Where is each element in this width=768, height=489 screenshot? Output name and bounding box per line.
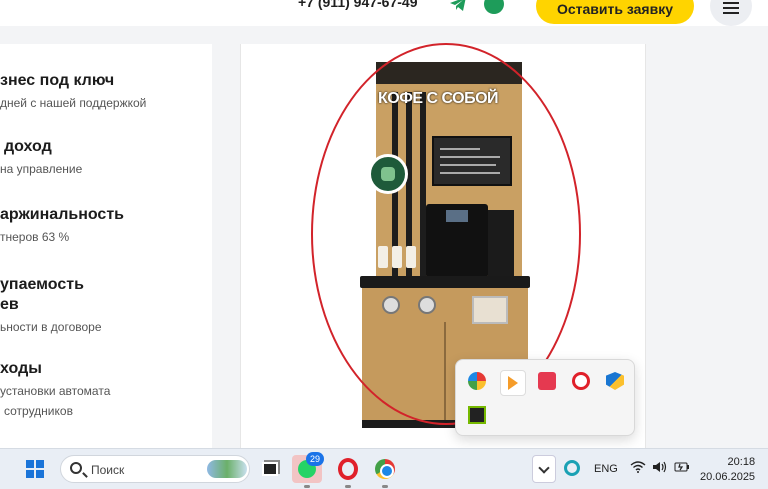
feature-title-line2: ев xyxy=(0,296,19,313)
feature-title: доход xyxy=(4,138,52,155)
feature-title: аржинальность xyxy=(0,206,124,223)
feature-item: ходы установки автомата сотрудников xyxy=(0,360,110,418)
whatsapp-icon[interactable] xyxy=(484,0,504,14)
feature-item: доход на управление xyxy=(0,138,82,176)
show-hidden-icons-button[interactable] xyxy=(532,455,556,483)
feature-subtitle: дней с нашей поддержкой xyxy=(0,96,147,110)
leave-request-button[interactable]: Оставить заявку xyxy=(536,0,694,24)
wifi-icon[interactable] xyxy=(630,461,646,476)
feature-subtitle: ьности в договоре xyxy=(0,320,102,334)
clock[interactable]: 20:18 20.06.2025 xyxy=(700,455,755,485)
feature-subtitle: на управление xyxy=(0,162,83,176)
task-view-icon[interactable] xyxy=(256,455,286,483)
anydesk-icon[interactable] xyxy=(538,372,556,390)
chrome-taskbar-icon[interactable] xyxy=(370,455,400,483)
feature-title: знес под ключ xyxy=(0,72,115,89)
google-chrome-icon[interactable] xyxy=(468,372,486,390)
feature-subtitle-line2: сотрудников xyxy=(4,404,73,418)
feature-title: ходы xyxy=(0,360,42,377)
search-highlight-image xyxy=(207,460,247,478)
nvidia-icon[interactable] xyxy=(468,406,486,424)
whatsapp-badge: 29 xyxy=(306,452,324,466)
vlc-icon[interactable] xyxy=(500,370,526,396)
site-header: +7 (911) 947-67-49 Оставить заявку xyxy=(0,0,768,26)
search-box[interactable]: Поиск xyxy=(60,455,250,483)
menu-icon xyxy=(723,2,739,4)
language-indicator[interactable]: ENG xyxy=(594,463,618,475)
taskbar: Поиск 29 ENG 20:18 20.06.2025 xyxy=(0,448,768,489)
edge-tray-icon[interactable] xyxy=(564,460,580,476)
windows-start-icon[interactable] xyxy=(26,460,44,478)
feature-item: аржинальность тнеров 63 % xyxy=(0,206,124,244)
tray-overflow-popup xyxy=(455,359,635,436)
battery-icon[interactable] xyxy=(674,461,690,476)
phone-number[interactable]: +7 (911) 947-67-49 xyxy=(298,0,417,10)
clock-time: 20:18 xyxy=(727,456,756,468)
chevron-up-icon xyxy=(538,462,550,474)
feature-title: упаемость xyxy=(0,276,84,293)
clock-date: 20.06.2025 xyxy=(700,471,756,483)
search-label: Поиск xyxy=(91,463,125,477)
feature-item: упаемость ев ьности в договоре xyxy=(0,276,102,334)
volume-icon[interactable] xyxy=(652,461,668,476)
opera-icon[interactable] xyxy=(572,372,590,390)
feature-subtitle: установки автомата xyxy=(0,384,111,398)
feature-item: знес под ключ дней с нашей поддержкой xyxy=(0,72,146,110)
features-list: знес под ключ дней с нашей поддержкой до… xyxy=(0,44,212,448)
menu-button[interactable] xyxy=(710,0,752,26)
opera-taskbar-icon[interactable] xyxy=(333,455,363,483)
feature-subtitle: тнеров 63 % xyxy=(0,230,70,244)
telegram-icon[interactable] xyxy=(448,0,468,14)
search-icon xyxy=(70,462,82,474)
windows-security-icon[interactable] xyxy=(606,372,624,390)
